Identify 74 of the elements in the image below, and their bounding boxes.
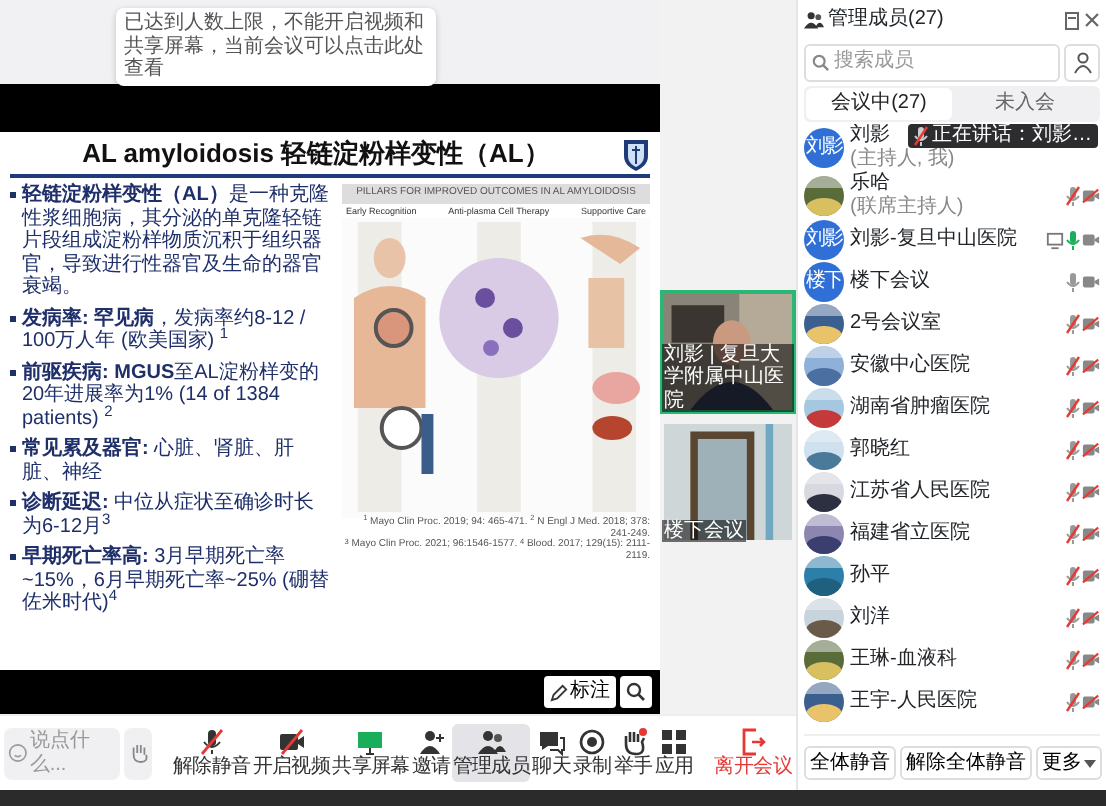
- toolbar-button[interactable]: 解除静音: [172, 723, 251, 783]
- participant-name: 孙平: [850, 564, 890, 588]
- bullet-icon: [10, 446, 16, 452]
- bullet-icon: [10, 369, 16, 375]
- people-icon: [477, 727, 506, 756]
- bullet-icon: [10, 554, 16, 560]
- grid-icon: [660, 727, 689, 756]
- bullet-icon: [10, 192, 16, 198]
- exit-icon: [741, 727, 766, 756]
- participant-name: 福建省立医院: [850, 522, 970, 546]
- participant-role: (联席主持人): [850, 195, 964, 218]
- bullet-icon: [10, 315, 16, 321]
- hand-button[interactable]: [124, 727, 152, 779]
- bullet-text: 诊断延迟: 中位从症状至确诊时长为6-12月$^{3}$: [22, 492, 317, 538]
- participant-name: 刘洋: [850, 606, 890, 630]
- avatar: 楼下: [804, 262, 844, 302]
- panel-button[interactable]: 全体静音: [804, 745, 896, 781]
- participant-name: 楼下会议: [850, 270, 930, 294]
- video-name-label: 刘影 | 复旦大学附属中山医院: [662, 343, 794, 412]
- pen-icon: [550, 683, 568, 701]
- participant-name: 王宇-人民医院: [850, 690, 977, 714]
- toolbar-button[interactable]: 邀请: [411, 723, 451, 783]
- participant-name: 2号会议室: [850, 312, 942, 336]
- bullet-text: 常见累及器官: 心脏、肾脏、肝脏、神经: [22, 438, 297, 484]
- close-icon[interactable]: [1084, 12, 1100, 28]
- smiley-icon: [8, 742, 28, 764]
- add-person-icon: [417, 727, 446, 756]
- participant-name: 湖南省肿瘤医院: [850, 396, 990, 420]
- video-name-label: 楼下会议: [662, 519, 746, 542]
- toolbar-button[interactable]: 聊天: [532, 723, 572, 783]
- participant-name: 郭晓红: [850, 438, 910, 462]
- muted-microphone-icon: [914, 125, 928, 145]
- toolbar-button[interactable]: 录制: [573, 723, 612, 783]
- participant-name: 江苏省人民医院: [850, 480, 990, 504]
- participant-name: 刘影-复旦中山医院: [850, 228, 1017, 252]
- hand-icon: [619, 727, 648, 756]
- person-button[interactable]: [1064, 43, 1100, 81]
- participant-name: 安徽中心医院: [850, 354, 970, 378]
- panel-title: 管理成员(27): [828, 8, 946, 32]
- slide-title: AL amyloidosis 轻链淀粉样变性（AL）: [80, 140, 552, 170]
- camera-icon: [277, 727, 306, 756]
- chat-icon: [537, 727, 566, 756]
- avatar: 刘影: [804, 220, 844, 260]
- people-icon: [804, 10, 824, 30]
- record-icon: [578, 727, 607, 756]
- bullet-text: 前驱疾病: MGUS至AL淀粉样变的20年进展率为1% (14 of 1384 patients) $^{2}$: [22, 361, 321, 430]
- participant-role: (主持人, 我): [850, 147, 955, 170]
- screen-icon: [356, 727, 385, 756]
- toolbar-button[interactable]: 举手: [613, 723, 653, 783]
- leave-button[interactable]: 离开会议: [714, 727, 792, 779]
- person-icon: [1073, 51, 1091, 73]
- toolbar-button[interactable]: 共享屏幕: [332, 723, 410, 783]
- avatar: 刘影: [804, 127, 844, 167]
- search-icon: [812, 53, 830, 71]
- bullet-text: 轻链淀粉样变性（AL）是一种克隆性浆细胞病，其分泌的单克隆轻链片段组成淀粉样物质沉积于组织器官，导致进行性器官及生命的器官衰竭。: [22, 184, 331, 299]
- panel-button[interactable]: 解除全体静音: [900, 745, 1032, 781]
- toolbar-button[interactable]: 开启视频: [252, 723, 331, 783]
- zoom-icon[interactable]: [620, 676, 652, 708]
- tab[interactable]: 会议中(27): [806, 88, 952, 119]
- bullet-icon: [10, 500, 16, 506]
- toolbar-button[interactable]: 管理成员: [452, 723, 531, 783]
- hand-icon: [129, 742, 147, 764]
- participant-name: 乐哈: [850, 172, 890, 195]
- panel-button[interactable]: 更多: [1036, 745, 1102, 781]
- tab[interactable]: 未入会: [952, 88, 1098, 119]
- caret-icon: [1084, 759, 1096, 767]
- toolbar-button[interactable]: 应用: [654, 723, 694, 783]
- annotate-button[interactable]: 标注: [544, 676, 616, 708]
- participant-name: 王琳-血液科: [850, 648, 957, 672]
- participant-name: 刘影: [850, 124, 890, 147]
- microphone-icon: [197, 727, 226, 756]
- bullet-text: 早期死亡率高: 3月早期死亡率~15%，6月早期死亡率~25% (硼替佐米时代)$^{4}$: [22, 546, 331, 615]
- bullet-text: 发病率: 罕见病，发病率约8-12 / 100万人年 (欧美国家) $^{1}$: [22, 307, 308, 353]
- notification-popup: 已达到人数上限，不能开启视频和共享屏幕，当前会议可以点击此处查看: [116, 8, 436, 85]
